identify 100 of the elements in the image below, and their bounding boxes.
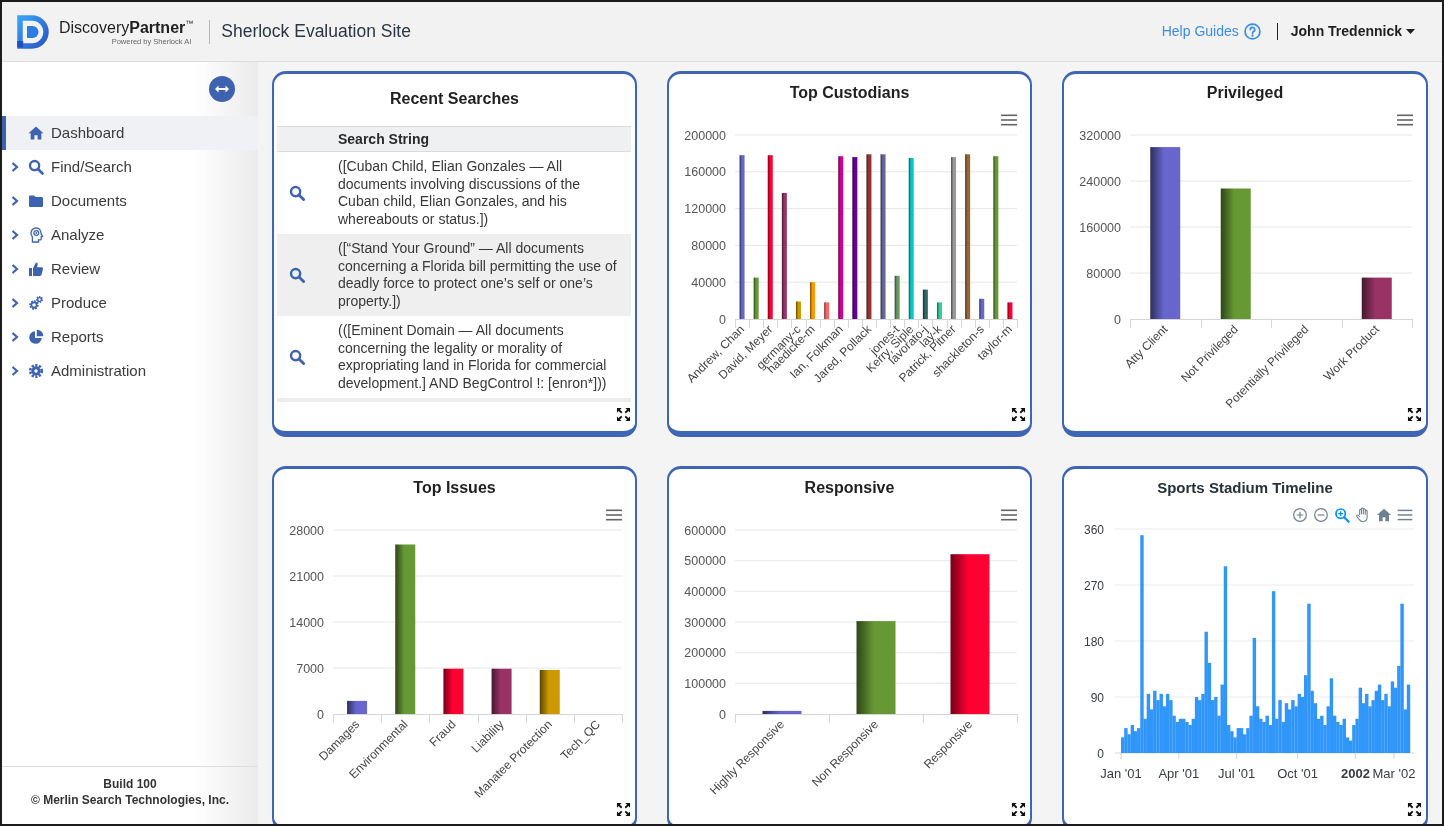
axis-label: 0 <box>1097 746 1104 761</box>
search-icon[interactable] <box>289 267 305 283</box>
menu-icon[interactable] <box>1001 114 1017 126</box>
menu-icon[interactable] <box>1001 509 1017 521</box>
axis-label: 2002 <box>1340 766 1370 781</box>
axis-label: 360 <box>1083 522 1104 537</box>
site-title: Sherlock Evaluation Site <box>221 20 411 44</box>
card-title: Recent Searches <box>390 89 519 109</box>
zoom-icon[interactable] <box>1334 507 1350 523</box>
card-title: Responsive <box>804 478 895 498</box>
copyright-text: © Merlin Search Technologies, Inc. <box>31 792 229 808</box>
axis-label: 28000 <box>289 523 324 538</box>
nav-item[interactable]: Reports <box>2 320 258 354</box>
expand-icon[interactable] <box>1011 802 1026 817</box>
axis-label: 270 <box>1083 578 1104 593</box>
collapse-sidebar-button[interactable] <box>209 76 235 102</box>
bar <box>922 289 928 319</box>
zoom-out-icon[interactable] <box>1313 507 1329 523</box>
bar <box>753 277 759 319</box>
nav-item[interactable]: Administration <box>2 354 258 388</box>
axis-label: 240000 <box>1079 174 1121 189</box>
bar <box>824 302 830 319</box>
bar <box>762 710 802 714</box>
axis-label: 21000 <box>289 569 324 584</box>
gear-icon <box>28 363 44 379</box>
axis-label: 200000 <box>684 128 726 143</box>
axis-label: 14000 <box>289 615 324 630</box>
axis-label: 0 <box>1114 312 1121 327</box>
bar <box>347 700 368 714</box>
card-title: Top Issues <box>413 478 496 498</box>
card-title: Sports Stadium Timeline <box>1157 478 1333 498</box>
user-menu-button[interactable]: John Tredennick <box>1290 21 1415 42</box>
axis-label: 80000 <box>691 238 726 253</box>
axis-label: 160000 <box>684 165 726 180</box>
axis-label: 7000 <box>296 661 324 676</box>
thumbs-up-icon <box>28 261 44 277</box>
bar <box>810 282 816 319</box>
bar <box>1361 277 1392 319</box>
axis-label: Jul '01 <box>1218 766 1256 781</box>
expand-icon[interactable] <box>1407 407 1422 422</box>
axis-label: 600000 <box>684 523 726 538</box>
expand-icon[interactable] <box>1407 802 1422 817</box>
table-cell-text: ([“Stand Your Ground” — All documents concerning a Florida bill permitting the use of deadly force to protect one’s self or one’s property.]) <box>338 239 618 311</box>
hand-icon[interactable] <box>1355 507 1371 523</box>
bar <box>936 302 942 319</box>
home-icon <box>28 125 44 141</box>
search-icon <box>28 159 44 175</box>
build-label: Build 100 <box>103 776 157 792</box>
nav-item[interactable]: Dashboard <box>2 116 258 150</box>
brand-name: DiscoveryPartner$^{™}$ <box>59 17 194 37</box>
axis-label: 0 <box>719 312 726 327</box>
axis-label: 180 <box>1083 634 1104 649</box>
bar <box>1007 302 1013 319</box>
nav-item[interactable]: Analyze <box>2 218 258 252</box>
nav-item[interactable]: Find/Search <box>2 150 258 184</box>
table-cell-text: (([Eminent Domain — All documents concerning the legality or morality of expropriating land in Florida for commercial development.] AND BegControl !: [enron*])) <box>338 321 608 393</box>
axis-label: 0 <box>719 707 726 722</box>
table-cell-text: ([Cuban Child, Elian Gonzales — All documents involving discussions of the Cuban child, Elian Gonzales, and his whereabouts or status.]) <box>338 157 582 229</box>
column-header: Search String <box>338 129 430 149</box>
axis-label: 80000 <box>1086 266 1121 281</box>
bar <box>795 301 801 319</box>
axis-label: Oct '01 <box>1277 766 1318 781</box>
bar <box>894 275 900 319</box>
nav-item[interactable]: Review <box>2 252 258 286</box>
axis-label: 120000 <box>684 202 726 217</box>
axis-label: 300000 <box>684 615 726 630</box>
axis-label: 400000 <box>684 584 726 599</box>
menu-icon[interactable] <box>1397 507 1413 523</box>
search-icon[interactable] <box>289 185 305 201</box>
axis-label: Mar '02 <box>1372 766 1416 781</box>
card-title: Top Custodians <box>789 83 910 103</box>
axis-label: 90 <box>1090 690 1104 705</box>
search-icon[interactable] <box>289 349 305 365</box>
axis-label: 100000 <box>684 676 726 691</box>
home-icon[interactable] <box>1376 507 1392 523</box>
help-icon <box>1243 23 1261 40</box>
expand-icon[interactable] <box>616 802 631 817</box>
menu-icon[interactable] <box>1397 114 1413 126</box>
logo-icon <box>15 13 52 50</box>
bar <box>539 670 560 714</box>
axis-label: Apr '01 <box>1158 766 1200 781</box>
bar <box>491 668 512 714</box>
axis-label: 160000 <box>1079 220 1121 235</box>
folder-icon <box>28 193 44 209</box>
axis-label: 320000 <box>1079 128 1121 143</box>
head-icon <box>28 227 44 243</box>
menu-icon[interactable] <box>606 509 622 521</box>
bar <box>443 668 464 714</box>
nav-item[interactable]: Produce <box>2 286 258 320</box>
axis-label: 40000 <box>691 275 726 290</box>
double-arrow-icon <box>215 85 229 93</box>
axis-label: 0 <box>317 707 324 722</box>
caret-icon <box>1406 29 1415 34</box>
expand-icon[interactable] <box>616 407 631 422</box>
gears-icon <box>28 295 44 311</box>
expand-icon[interactable] <box>1011 407 1026 422</box>
pie-chart-icon <box>28 329 44 345</box>
axis-label: Jan '01 <box>1100 766 1142 781</box>
nav-item[interactable]: Documents <box>2 184 258 218</box>
zoom-in-icon[interactable] <box>1292 507 1308 523</box>
